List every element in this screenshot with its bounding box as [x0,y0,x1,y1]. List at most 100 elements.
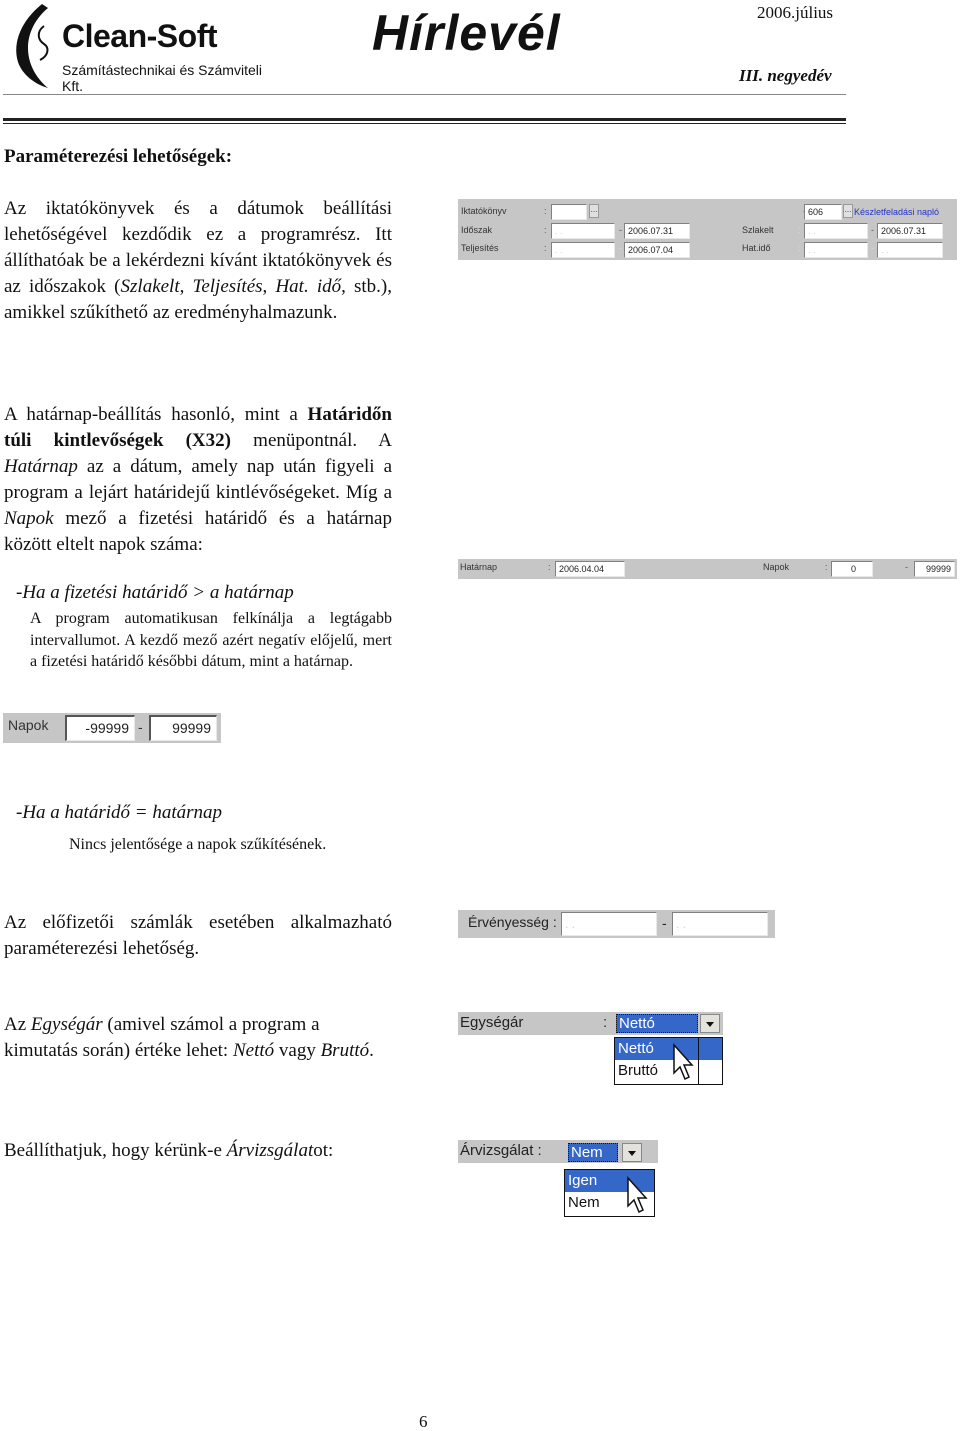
hatarnap-label: Határnap [460,562,498,572]
chevron-down-icon[interactable] [700,1014,720,1033]
brand-name: Clean-Soft [62,18,218,54]
napok-panel: Napok -99999 - 99999 [3,713,221,743]
paragraph-egysegar: Az Egységár (amivel számol a program a k… [4,1012,374,1064]
header-double-rule-thin [3,123,846,124]
colon: : [548,562,551,572]
idoszak-from-field[interactable]: . . [551,223,615,239]
issue-date: 2006.július [757,3,834,22]
teljesites-from-field[interactable]: . . [551,242,615,258]
newsletter-title: Hírlevél [372,5,561,61]
colon: : [603,1014,608,1031]
mouse-cursor-icon [673,1043,694,1081]
mouse-cursor-icon [627,1176,648,1214]
paragraph-elofizetoi: Az előfizetői számlák esetében alkalmazh… [4,912,392,959]
colon: : [798,243,801,253]
text-run: . [369,1040,374,1061]
paragraph-iktatokonyv: Az iktatókönyvek és a dátumok beállítási… [4,196,392,326]
hatarnap-panel: Határnap : 2006.04.04 Napok : 0 - 99999 [458,559,957,579]
text-em: Határnap [4,456,78,477]
napok-from-field[interactable]: 0 [831,561,873,577]
iktatokonyv-from-field[interactable] [551,204,587,220]
text-run: mező a fizetési határidő és a határnap k… [4,508,392,555]
iktatokonyv-label: Iktatókönyv [461,206,507,216]
egysegar-panel: Egységár : Nettó [458,1012,723,1035]
iktatokonyv-name: Készletfeladási napló [854,207,940,217]
paragraph-hatarnap: A határnap-beállítás hasonló, mint a Hat… [4,402,392,558]
issue-quarter: III. negyedév [739,66,832,85]
ervenyesseg-to-field[interactable]: . . [672,912,768,936]
page-number: 6 [419,1412,428,1431]
dash: - [662,915,667,931]
case2-description: Nincs jelentősége a napok szűkítésének. [69,836,327,853]
case2-title: -Ha a határidő = határnap [16,802,222,823]
colon: : [544,206,547,216]
dash: - [619,243,622,253]
napok-to-field[interactable]: 99999 [914,561,955,577]
dash: - [905,562,908,572]
napok-from-field[interactable]: -99999 [65,715,135,741]
dropdown-option[interactable]: Bruttó [615,1060,722,1082]
ervenyesseg-from-field[interactable]: . . [561,912,657,936]
dropdown-option[interactable]: Nettó [615,1038,722,1060]
napok-label: Napok [763,562,790,572]
logo-icon [16,4,49,88]
paragraph-arvizsgalat: Beállíthatjuk, hogy kérünk-e Árvizsgálat… [4,1140,333,1162]
text-em: Napok [4,508,54,529]
colon: : [825,562,828,572]
teljesites-label: Teljesítés [461,243,499,253]
text-em: Hat. idő [275,276,342,297]
napok-label: Napok [8,717,49,733]
text-em: Teljesítés [192,276,263,297]
text-run: , [262,276,276,297]
arvizsgalat-label: Árvizsgálat : [460,1142,542,1159]
text-run: A határnap-beállítás hasonló, mint a [4,404,308,425]
iktatokonyv-from-lookup-button[interactable]: ... [589,204,599,218]
text-em: Bruttó [320,1040,370,1061]
dash: - [138,719,143,735]
dash: - [871,243,874,253]
arvizsgalat-select[interactable]: Nem [568,1143,618,1162]
text-em: Szlakelt [120,276,180,297]
iktatokonyv-to-lookup-button[interactable]: ... [843,204,853,218]
header-divider [3,94,846,95]
egysegar-dropdown-list: Nettó Bruttó [614,1037,723,1085]
section-heading: Paraméterezési lehetőségek: [4,146,233,167]
text-em: Egységár [30,1014,103,1035]
hatido-to-field[interactable]: . . [877,242,943,258]
napok-to-field[interactable]: 99999 [149,715,217,741]
colon: : [544,225,547,235]
arvizsgalat-panel: Árvizsgálat : Nem [458,1140,658,1163]
dropdown-separator [698,1038,699,1084]
text-run: Beállíthatjuk, hogy kérünk-e [4,1140,227,1161]
hatarnap-field[interactable]: 2006.04.04 [555,561,625,577]
teljesites-to-field[interactable]: 2006.07.04 [624,242,690,258]
hatido-label: Hat.idő [742,243,771,253]
szlakelt-from-field[interactable]: . . [804,223,868,239]
text-em: Nettó [232,1040,275,1061]
colon: : [798,225,801,235]
szlakelt-to-field[interactable]: 2006.07.31 [877,223,943,239]
dash: - [871,225,874,235]
dates-filter-panel: Iktatókönyv : ... - 606 ... Készletfelad… [458,199,957,260]
brand-subtitle: Számítástechnikai és Számviteli Kft. [62,62,262,94]
text-run: , [179,276,193,297]
colon: : [544,243,547,253]
header-double-rule [3,118,846,121]
dash: - [619,225,622,235]
egysegar-label: Egységár [460,1014,524,1031]
egysegar-select[interactable]: Nettó [616,1014,698,1033]
brand-subtitle-line2: Kft. [62,78,84,94]
iktatokonyv-to-field[interactable]: 606 [804,204,842,220]
text-run: Az [4,1014,31,1035]
ervenyesseg-label: Érvényesség : [468,914,557,930]
idoszak-label: Időszak [461,225,493,235]
hatido-from-field[interactable]: . . [804,242,868,258]
text-em: Árvizsgálat [226,1140,314,1161]
case1-title: -Ha a fizetési határidő > a határnap [16,582,294,603]
brand-subtitle-line1: Számítástechnikai és Számviteli [62,62,262,78]
chevron-down-icon[interactable] [622,1143,642,1162]
text-run: menüpontnál. A [230,430,392,451]
text-run: ot: [313,1140,334,1161]
text-run: vagy [274,1040,321,1061]
idoszak-to-field[interactable]: 2006.07.31 [624,223,690,239]
